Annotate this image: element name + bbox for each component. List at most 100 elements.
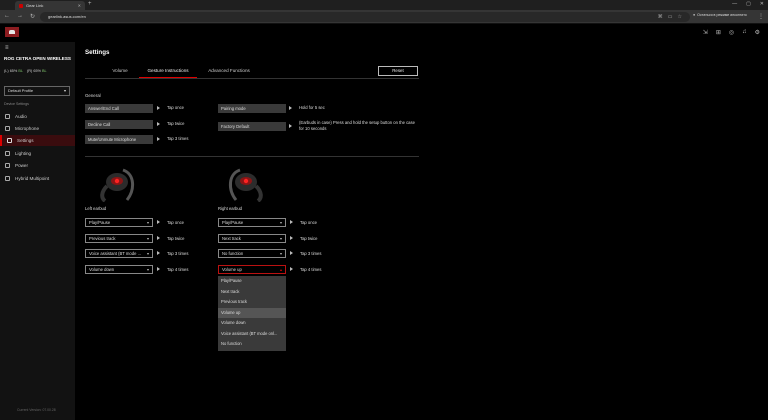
incognito-label: Остаться в режиме инкогнито: [697, 13, 747, 17]
browser-toolbar: ← → ↻ gearlink.asus.com/en ⌘ ▭ ☆ ● Остат…: [0, 10, 768, 24]
minimize-icon[interactable]: —: [732, 1, 737, 7]
sidebar-item-microphone[interactable]: Microphone: [0, 123, 75, 134]
browser-tabbar: Gear Link ✕ + — ▢ ✕: [0, 0, 768, 10]
play-icon: [289, 106, 293, 111]
chevron-down-icon: ▾: [146, 267, 149, 272]
tab-gesture-instructions[interactable]: Gesture Instructions: [139, 68, 197, 78]
left-tap-twice-select[interactable]: Previous track ▾: [85, 234, 153, 243]
firmware-version: Current Version: 07.00.28: [17, 408, 56, 412]
play-icon: [157, 137, 161, 142]
right-tap-3-select[interactable]: No function ▾: [218, 249, 286, 258]
hamburger-icon[interactable]: ≡: [5, 45, 9, 51]
sidebar-item-audio[interactable]: Audio: [0, 111, 75, 122]
chevron-up-icon: ▴: [279, 267, 282, 272]
answer-end-call-action: Answer/End Call: [85, 104, 153, 113]
battery-status: (L) 65% BL (R) 65% BL: [4, 69, 47, 73]
sidebar-item-lighting[interactable]: Lighting: [0, 148, 75, 159]
decline-call-gesture: Tap twice: [167, 121, 185, 126]
incognito-icon: ●: [693, 13, 696, 17]
general-label: General: [85, 93, 101, 98]
close-window-icon[interactable]: ✕: [760, 1, 764, 7]
play-icon: [157, 106, 161, 111]
cast-icon[interactable]: ▭: [668, 12, 673, 22]
chevron-down-icon: ▾: [146, 251, 149, 256]
chevron-down-icon: ▾: [279, 251, 282, 256]
maximize-icon[interactable]: ▢: [746, 1, 751, 7]
reload-icon[interactable]: ↻: [30, 13, 35, 20]
play-icon: [157, 267, 161, 272]
reset-button[interactable]: Reset: [378, 66, 418, 76]
play-icon: [289, 124, 293, 129]
dropdown-option[interactable]: No function: [218, 339, 286, 350]
decline-call-action: Decline Call: [85, 120, 153, 129]
right-tap-once-select[interactable]: Play/Pause ▾: [218, 218, 286, 227]
translate-icon[interactable]: ⌘: [658, 12, 663, 22]
gear-icon[interactable]: ⚙: [755, 29, 760, 36]
settings-tabs: Volume Gesture Instructions Advanced Fun…: [85, 65, 419, 79]
nav-buttons: ← → ↻: [4, 13, 35, 20]
dropdown-option[interactable]: Play/Pause: [218, 276, 286, 287]
pairing-mode-action: Pairing mode: [218, 104, 286, 113]
device-name: ROG CETRA OPEN WIRELESS: [4, 56, 74, 62]
dropdown-option[interactable]: Volume up: [218, 307, 286, 318]
left-gesture-label: Tap 4 times: [167, 267, 189, 272]
sidebar-item-settings[interactable]: Settings: [0, 135, 75, 146]
header-icons: ⇲ ⊞ ◎ ♫ ⚙: [703, 29, 760, 36]
chevron-down-icon: ▾: [146, 236, 149, 241]
left-tap-3-select[interactable]: Voice assistant (BT mode ... ▾: [85, 249, 153, 258]
right-tap-4-select[interactable]: Volume up ▴: [218, 265, 286, 274]
sidebar-item-label: Settings: [17, 138, 34, 143]
answer-end-call-gesture: Tap once: [167, 105, 184, 110]
tab-advanced-functions[interactable]: Advanced Functions: [201, 68, 257, 73]
lighting-icon: [5, 151, 10, 156]
microphone-icon: [5, 126, 10, 131]
page-title: Settings: [85, 49, 110, 56]
left-tap-once-select[interactable]: Play/Pause ▾: [85, 218, 153, 227]
address-bar[interactable]: gearlink.asus.com/en ⌘ ▭ ☆: [40, 12, 690, 22]
play-icon: [290, 267, 294, 272]
forward-icon[interactable]: →: [17, 13, 23, 20]
right-gesture-label: Tap 4 times: [300, 267, 322, 272]
grid-icon[interactable]: ⊞: [716, 29, 721, 36]
mute-microphone-action: Mute/Unmute Microphone: [85, 135, 153, 144]
close-tab-icon[interactable]: ✕: [78, 3, 81, 8]
main-content: Settings Volume Gesture Instructions Adv…: [75, 42, 768, 420]
profile-select[interactable]: Default Profile ▾: [4, 86, 70, 96]
dropdown-option[interactable]: Volume down: [218, 318, 286, 329]
left-earbud-icon: [100, 168, 134, 202]
tab-volume[interactable]: Volume: [105, 68, 135, 73]
incognito-button[interactable]: ● Остаться в режиме инкогнито: [693, 13, 747, 17]
left-tap-4-select[interactable]: Volume down ▾: [85, 265, 153, 274]
sidebar-item-label: Microphone: [15, 126, 40, 131]
dropdown-menu: Play/Pause Next track Previous track Vol…: [218, 276, 286, 351]
dropdown-option[interactable]: Previous track: [218, 297, 286, 308]
window-controls: — ▢ ✕: [732, 1, 764, 7]
notification-icon[interactable]: ♫: [742, 29, 747, 36]
mute-microphone-gesture: Tap 3 times: [167, 136, 189, 141]
sidebar-item-power[interactable]: Power: [0, 160, 75, 171]
sidebar-item-label: Lighting: [15, 151, 32, 156]
factory-default-action: Factory Default: [218, 122, 286, 131]
section-label: Device Settings: [4, 102, 29, 106]
new-tab-button[interactable]: +: [88, 1, 92, 7]
browser-tab[interactable]: Gear Link ✕: [15, 1, 85, 10]
url-text: gearlink.asus.com/en: [48, 14, 86, 19]
play-icon: [157, 122, 161, 127]
favicon-icon: [19, 3, 23, 8]
right-tap-twice-select[interactable]: Next track ▾: [218, 234, 286, 243]
left-gesture-label: Tap once: [167, 220, 184, 225]
bookmark-star-icon[interactable]: ☆: [678, 12, 682, 22]
left-earbud-label: Left earbud: [85, 206, 107, 211]
settings-icon: [7, 138, 12, 143]
play-icon: [290, 220, 294, 225]
dropdown-option[interactable]: Next track: [218, 287, 286, 298]
sidebar-item-hybrid-multipoint[interactable]: Hybrid Multipoint: [0, 173, 75, 184]
back-icon[interactable]: ←: [4, 13, 10, 20]
play-icon: [290, 236, 294, 241]
dropdown-option[interactable]: Voice assistant (BT mode onl...: [218, 329, 286, 340]
right-earbud-label: Right earbud: [218, 206, 242, 211]
browser-menu-icon[interactable]: ⋮: [758, 13, 764, 20]
left-gesture-label: Tap twice: [167, 236, 185, 241]
target-icon[interactable]: ◎: [729, 29, 734, 36]
export-icon[interactable]: ⇲: [703, 29, 708, 36]
